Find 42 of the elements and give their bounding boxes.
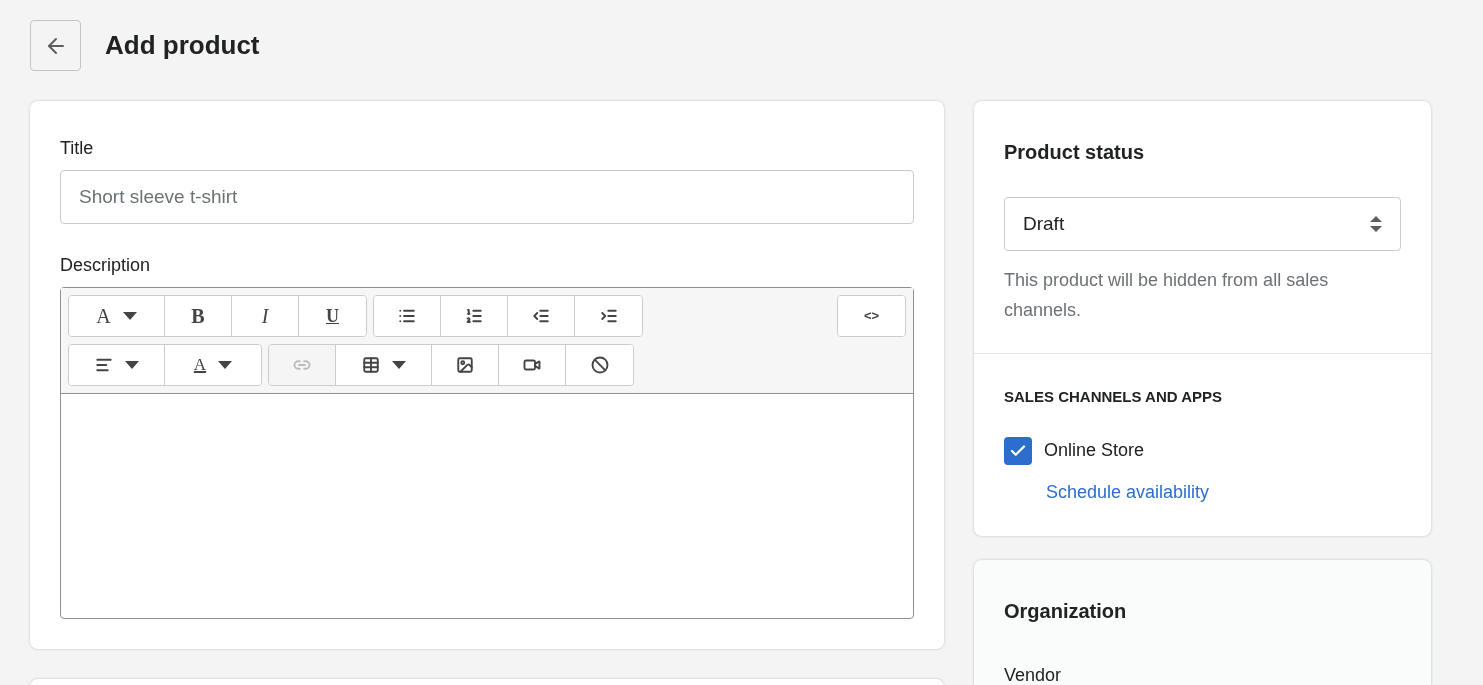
caret-icon bbox=[122, 312, 137, 320]
no-entry-icon bbox=[590, 356, 609, 374]
back-button[interactable] bbox=[30, 20, 81, 71]
page-title: Add product bbox=[105, 29, 260, 62]
table-icon bbox=[361, 356, 380, 374]
format-button[interactable]: B bbox=[165, 296, 232, 336]
checkbox[interactable] bbox=[1004, 436, 1032, 465]
bullet-list-icon bbox=[398, 307, 416, 325]
toolbar-button[interactable] bbox=[336, 345, 432, 385]
caret-icon bbox=[124, 361, 139, 369]
format-button[interactable]: <> bbox=[838, 296, 905, 336]
card-heading: Product status bbox=[1004, 140, 1146, 165]
toolbar-button[interactable] bbox=[499, 345, 566, 385]
section-heading: SALES CHANNELS AND APPS bbox=[1004, 387, 1224, 407]
align-left-icon bbox=[94, 356, 113, 374]
select-arrows-icon bbox=[1370, 216, 1382, 232]
field-label: Vendor bbox=[1004, 663, 1063, 685]
format-button[interactable]: U bbox=[299, 296, 366, 336]
title-input[interactable]: Short sleeve t-shirt bbox=[60, 170, 914, 224]
toolbar-button[interactable] bbox=[575, 296, 642, 336]
indent-icon bbox=[599, 307, 618, 325]
toolbar-button[interactable] bbox=[374, 296, 441, 336]
toolbar-button[interactable] bbox=[432, 345, 499, 385]
toolbar-button[interactable] bbox=[566, 345, 633, 385]
caret-icon bbox=[391, 361, 406, 369]
toolbar-button[interactable] bbox=[69, 345, 165, 385]
outdent-icon bbox=[532, 307, 550, 325]
caret-icon bbox=[218, 361, 233, 369]
field-label: Description bbox=[60, 254, 152, 277]
schedule-link[interactable]: Schedule availability bbox=[1046, 478, 1401, 506]
channel-name: Online Store bbox=[1044, 439, 1145, 462]
status-hint: This product will be hidden from all sales channels. bbox=[1004, 269, 1330, 322]
format-button[interactable]: A bbox=[165, 345, 261, 385]
toolbar-button[interactable] bbox=[508, 296, 575, 336]
format-button[interactable]: A bbox=[69, 296, 165, 336]
status-select[interactable]: Draft bbox=[1004, 197, 1401, 251]
image-icon bbox=[456, 356, 474, 374]
field-label: Title bbox=[60, 137, 95, 160]
card-heading: Organization bbox=[1004, 598, 1128, 624]
numbered-list-icon bbox=[465, 307, 483, 325]
format-button[interactable]: I bbox=[232, 296, 299, 336]
toolbar-button[interactable] bbox=[441, 296, 508, 336]
